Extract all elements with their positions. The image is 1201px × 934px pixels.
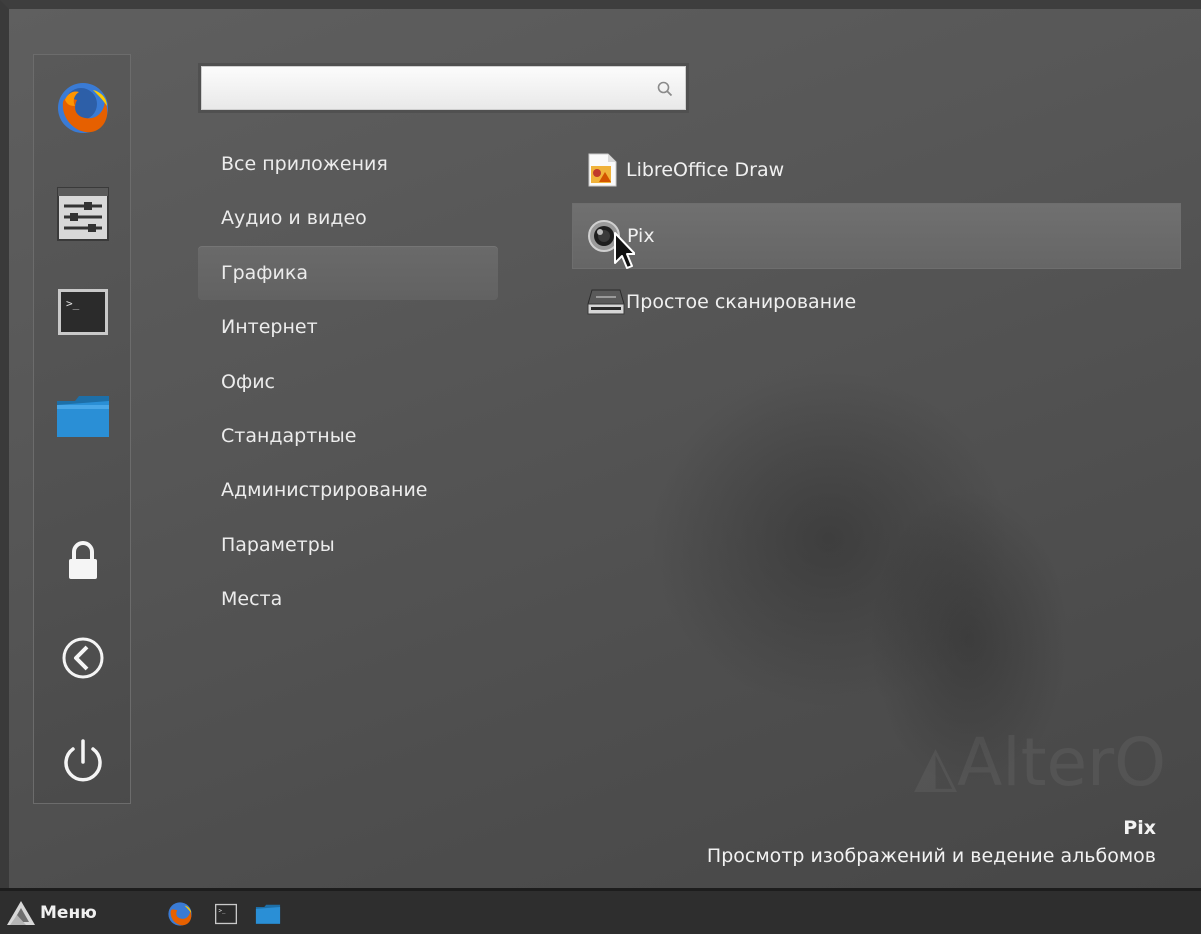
svg-text:>_: >_	[219, 909, 226, 915]
background-watermark: ◭AlterO	[914, 724, 1167, 801]
app-description: Pix Просмотр изображений и ведение альбо…	[707, 815, 1156, 870]
category-internet[interactable]: Интернет	[198, 300, 498, 354]
category-list: Все приложения Аудио и видео Графика Инт…	[198, 137, 498, 627]
category-administration[interactable]: Администрирование	[198, 463, 498, 517]
app-label: Pix	[627, 225, 655, 247]
svg-text:>_: >_	[66, 297, 80, 310]
description-title: Pix	[1123, 817, 1156, 839]
folder-icon[interactable]	[52, 385, 114, 447]
taskbar-terminal-icon[interactable]: >_	[212, 900, 240, 928]
search-box	[198, 63, 689, 113]
pix-camera-icon	[587, 216, 627, 256]
application-list: LibreOffice Draw Pix Простое сканировани…	[572, 137, 1181, 335]
app-item-simple-scan[interactable]: Простое сканирование	[572, 269, 1181, 335]
scanner-icon	[586, 282, 626, 322]
application-menu: ◭AlterO >_ Все приложения Аудио и видео …	[0, 0, 1201, 888]
search-input[interactable]	[208, 67, 651, 111]
lock-icon[interactable]	[52, 530, 114, 592]
power-icon[interactable]	[52, 730, 114, 792]
search-icon[interactable]	[657, 81, 673, 101]
app-label: Простое сканирование	[626, 291, 857, 313]
alt-logo-icon	[7, 900, 35, 925]
taskbar-firefox-icon[interactable]	[166, 900, 194, 928]
taskbar-folder-icon[interactable]	[254, 900, 282, 928]
app-item-libreoffice-draw[interactable]: LibreOffice Draw	[572, 137, 1181, 203]
category-all-apps[interactable]: Все приложения	[198, 137, 498, 191]
firefox-icon[interactable]	[52, 77, 114, 139]
libreoffice-draw-icon	[586, 150, 626, 190]
category-places[interactable]: Места	[198, 572, 498, 626]
category-audio-video[interactable]: Аудио и видео	[198, 191, 498, 245]
logout-icon[interactable]	[52, 627, 114, 689]
app-label: LibreOffice Draw	[626, 159, 785, 181]
category-preferences[interactable]: Параметры	[198, 518, 498, 572]
search-field	[201, 66, 686, 111]
favorites-sidebar: >_	[33, 54, 131, 804]
category-office[interactable]: Офис	[198, 355, 498, 409]
description-text: Просмотр изображений и ведение альбомов	[706, 845, 1156, 867]
app-item-pix[interactable]: Pix	[572, 203, 1181, 269]
terminal-icon[interactable]: >_	[52, 281, 114, 343]
category-graphics[interactable]: Графика	[198, 245, 498, 301]
category-accessories[interactable]: Стандартные	[198, 409, 498, 463]
menu-button[interactable]: Меню	[6, 891, 97, 934]
menu-label: Меню	[40, 902, 97, 923]
settings-sliders-icon[interactable]	[52, 183, 114, 245]
taskbar: Меню >_	[0, 888, 1201, 934]
